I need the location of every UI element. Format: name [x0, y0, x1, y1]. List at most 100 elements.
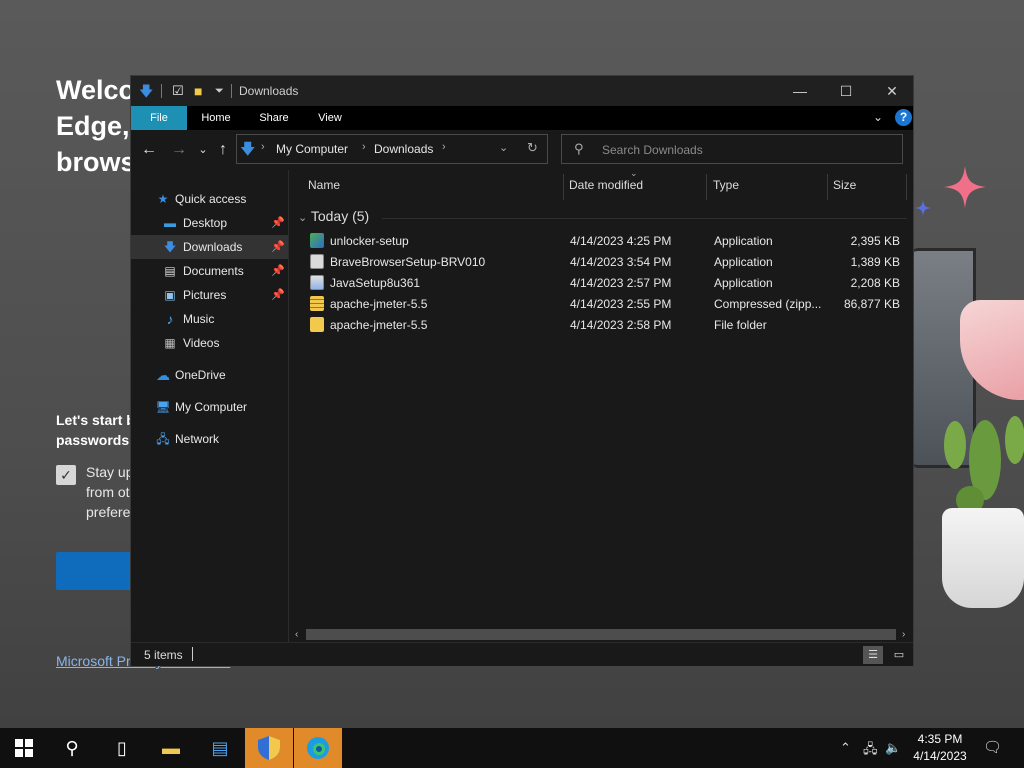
chevron-down-icon[interactable]: ⌄: [499, 141, 508, 154]
shield-taskbar-icon[interactable]: [245, 728, 293, 768]
tab-share[interactable]: Share: [251, 106, 297, 130]
sparkle-small-icon: [915, 200, 931, 216]
edge-stay-updated-checkbox[interactable]: ✓: [56, 465, 76, 485]
taskbar: ⚲ ▯ ▬ ▤ ⌃ 🖧 🔈 4:35 PM 4/14/2023 🗨: [0, 728, 1024, 768]
file-row-jmeter-folder[interactable]: apache-jmeter-5.5 4/14/2023 2:58 PM File…: [302, 314, 906, 335]
nav-my-computer[interactable]: 🖥 My Computer: [131, 395, 288, 419]
file-explorer-taskbar-icon[interactable]: ▬: [147, 728, 195, 768]
app-taskbar-icon[interactable]: ▤: [196, 728, 244, 768]
pictures-icon: ▣: [164, 288, 176, 302]
column-header-date-modified[interactable]: Date modified: [569, 170, 704, 200]
nav-item-videos[interactable]: ▦ Videos: [131, 331, 288, 355]
notepad-taskbar-icon[interactable]: ▯: [98, 728, 146, 768]
scroll-right-icon[interactable]: ›: [902, 627, 905, 642]
application-icon: [310, 254, 324, 269]
edge-welcome-subtext: Let's start by passwords,: [56, 412, 132, 448]
forward-button[interactable]: →: [167, 138, 191, 162]
folder-icon: [310, 317, 324, 332]
help-icon[interactable]: ?: [895, 109, 912, 126]
java-installer-icon: [310, 275, 324, 290]
nav-network[interactable]: 🖧 Network: [131, 427, 288, 451]
customize-quick-access-icon[interactable]: ⏷: [215, 83, 224, 99]
chevron-right-icon[interactable]: ›: [442, 141, 446, 153]
document-icon: ▤: [164, 264, 176, 278]
column-divider[interactable]: [906, 174, 907, 200]
shield-icon: [258, 736, 280, 760]
edge-welcome-heading: Welcome to Microsoft Edge, the browser: [56, 75, 136, 177]
search-button[interactable]: ⚲: [48, 728, 96, 768]
start-button[interactable]: [0, 728, 48, 768]
search-input[interactable]: Search Downloads: [602, 143, 703, 157]
cactus-icon: [944, 416, 1024, 514]
item-count: 5 items: [144, 648, 183, 662]
navigation-bar: ← → ⌄ ↑ 🡇 › My Computer › Downloads › ⌄ …: [131, 130, 913, 170]
ribbon-tabs: File Home Share View ⌄ ?: [131, 106, 913, 130]
refresh-icon[interactable]: ↻: [527, 140, 538, 156]
nav-item-documents[interactable]: ▤ Documents 📌: [131, 259, 288, 283]
up-button[interactable]: ↑: [211, 138, 235, 162]
network-icon[interactable]: 🖧: [863, 740, 878, 762]
back-button[interactable]: ←: [137, 138, 161, 162]
column-divider[interactable]: [563, 174, 564, 200]
edge-stay-updated-label: Stay up to date from other preferences: [86, 464, 132, 520]
sparkle-icon: [944, 166, 986, 208]
nav-item-desktop[interactable]: ▬ Desktop 📌: [131, 211, 288, 235]
maximize-button[interactable]: ☐: [823, 76, 869, 106]
details-view-button[interactable]: ☰: [863, 646, 883, 664]
tab-view[interactable]: View: [307, 106, 353, 130]
address-bar[interactable]: 🡇 › My Computer › Downloads › ⌄ ↻: [236, 134, 548, 164]
navigation-pane: ★ Quick access ▬ Desktop 📌 🡇 Downloads 📌…: [131, 170, 289, 642]
nav-quick-access[interactable]: ★ Quick access: [131, 187, 288, 211]
scrollbar-thumb[interactable]: [306, 629, 896, 640]
search-icon: ⚲: [574, 141, 584, 156]
column-header-type[interactable]: Type: [713, 170, 823, 200]
file-row-java-setup[interactable]: JavaSetup8u361 4/14/2023 2:57 PM Applica…: [302, 272, 906, 293]
chevron-right-icon[interactable]: ›: [362, 141, 366, 153]
group-header-today[interactable]: ⌄ Today (5): [298, 208, 369, 224]
nav-item-pictures[interactable]: ▣ Pictures 📌: [131, 283, 288, 307]
properties-icon[interactable]: ☑: [172, 83, 184, 99]
file-row-unlocker-setup[interactable]: unlocker-setup 4/14/2023 4:25 PM Applica…: [302, 230, 906, 251]
pin-icon: 📌: [271, 241, 285, 253]
tab-file[interactable]: File: [131, 106, 187, 130]
star-icon: ★: [157, 192, 169, 206]
file-row-jmeter-zip[interactable]: apache-jmeter-5.5 4/14/2023 2:55 PM Comp…: [302, 293, 906, 314]
decorative-flower-pot: [942, 508, 1024, 608]
nav-onedrive[interactable]: ☁ OneDrive: [131, 363, 288, 387]
nav-item-music[interactable]: ♪ Music: [131, 307, 288, 331]
expand-ribbon-icon[interactable]: ⌄: [873, 110, 883, 124]
windows-logo-icon: [15, 739, 33, 757]
minimize-button[interactable]: —: [777, 76, 823, 106]
status-separator: [192, 647, 193, 661]
cloud-icon: ☁: [156, 367, 170, 383]
edge-taskbar-icon[interactable]: [294, 728, 342, 768]
close-button[interactable]: ✕: [869, 76, 915, 106]
scroll-left-icon[interactable]: ‹: [295, 627, 298, 642]
nav-item-downloads[interactable]: 🡇 Downloads 📌: [131, 235, 288, 259]
search-box[interactable]: ⚲ Search Downloads: [561, 134, 903, 164]
tab-home[interactable]: Home: [193, 106, 239, 130]
column-divider[interactable]: [827, 174, 828, 200]
edge-icon: [307, 737, 329, 759]
notifications-icon[interactable]: 🗨: [983, 738, 1002, 756]
edge-continue-button[interactable]: [56, 552, 132, 590]
chevron-up-icon[interactable]: ⌃: [840, 740, 851, 756]
title-bar[interactable]: 🡇 ☑ ■ ⏷ Downloads — ☐ ✕: [131, 76, 913, 106]
videos-icon: ▦: [164, 336, 176, 350]
breadcrumb-my-computer[interactable]: My Computer: [276, 142, 348, 156]
chevron-down-icon[interactable]: ⌄: [298, 212, 307, 224]
chevron-right-icon[interactable]: ›: [261, 141, 265, 153]
column-header-size[interactable]: Size: [833, 170, 903, 200]
breadcrumb-downloads[interactable]: Downloads: [374, 142, 433, 156]
downloads-arrow-icon: 🡇: [139, 83, 154, 99]
volume-icon[interactable]: 🔈: [885, 740, 901, 756]
new-folder-icon[interactable]: ■: [194, 83, 202, 99]
column-header-name[interactable]: Name: [308, 170, 558, 200]
clock[interactable]: 4:35 PM 4/14/2023: [908, 731, 972, 765]
installer-icon: [310, 233, 324, 248]
file-row-brave-setup[interactable]: BraveBrowserSetup-BRV010 4/14/2023 3:54 …: [302, 251, 906, 272]
file-explorer-window[interactable]: 🡇 ☑ ■ ⏷ Downloads — ☐ ✕ File Home Share …: [130, 75, 914, 666]
horizontal-scrollbar[interactable]: ‹ ›: [290, 627, 913, 642]
column-divider[interactable]: [706, 174, 707, 200]
large-icons-view-button[interactable]: ▭: [889, 646, 909, 664]
